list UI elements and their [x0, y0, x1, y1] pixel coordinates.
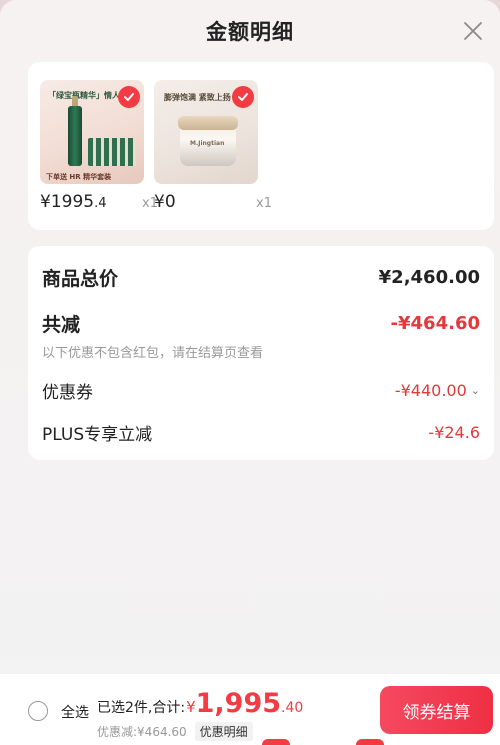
price-row: ¥1995.4 x1 — [40, 192, 158, 212]
plus-label: PLUS专享立减 — [42, 425, 153, 445]
total-amount-decimal: .40 — [281, 700, 304, 716]
product-thumbnail[interactable]: 膨弹饱满 紧致上扬 M.Jingtian — [154, 80, 258, 184]
nav-deco — [262, 739, 290, 745]
close-button[interactable] — [460, 18, 486, 44]
nav-deco — [356, 739, 384, 745]
close-icon — [464, 22, 482, 40]
product-price: ¥1995.4 — [40, 192, 107, 212]
reduce-row: 共减 -¥464.60 — [42, 310, 480, 337]
summary-card: 商品总价 ¥2,460.00 共减 -¥464.60 以下优惠不包含红包，请在结… — [28, 246, 494, 460]
total-summary: 已选2件,合计: ¥ 1,995 .40 — [97, 688, 303, 719]
reduce-label: 共减 — [42, 314, 81, 336]
product-qty: x1 — [256, 196, 272, 211]
chevron-down-icon: ⌄ — [470, 384, 480, 397]
selected-count-text: 已选2件,合计: — [97, 700, 186, 716]
coupon-value: -¥440.00 — [394, 381, 467, 400]
discount-line: 优惠减:¥464.60 优惠明细 — [97, 722, 253, 741]
selected-check[interactable] — [232, 86, 254, 108]
thumb-promo-text: 「绿宝瓶精华」情人节 — [48, 91, 128, 100]
discount-detail-button[interactable]: 优惠明细 — [194, 722, 253, 741]
discount-text: 优惠减:¥464.60 — [97, 725, 187, 739]
product-item[interactable]: 「绿宝瓶精华」情人节 下单送 HR 精华套装 ¥1995.4 x1 — [40, 80, 158, 212]
coupon-row[interactable]: 优惠券 -¥440.00 ⌄ — [42, 378, 480, 403]
total-label: 商品总价 — [42, 268, 119, 290]
check-icon — [124, 93, 134, 101]
select-all-label[interactable]: 全选 — [61, 702, 89, 722]
total-row: 商品总价 ¥2,460.00 — [42, 264, 480, 291]
plus-value: -¥24.6 — [428, 423, 480, 442]
product-item[interactable]: 膨弹饱满 紧致上扬 M.Jingtian ¥0 x1 — [154, 80, 272, 212]
reduce-note: 以下优惠不包含红包，请在结算页查看 — [42, 346, 264, 361]
product-thumbnail[interactable]: 「绿宝瓶精华」情人节 下单送 HR 精华套装 — [40, 80, 144, 184]
thumb-promo-text: 膨弹饱满 紧致上扬 — [164, 93, 231, 102]
plus-row: PLUS专享立减 -¥24.6 — [42, 420, 480, 445]
page-title: 金额明细 — [206, 20, 294, 44]
total-value: ¥2,460.00 — [378, 267, 480, 288]
checkout-bar: 全选 已选2件,合计: ¥ 1,995 .40 优惠减:¥464.60 优惠明细… — [0, 674, 500, 745]
coupon-label: 优惠券 — [42, 383, 93, 403]
product-price: ¥0 — [154, 192, 176, 212]
products-card: 「绿宝瓶精华」情人节 下单送 HR 精华套装 ¥1995.4 x1 膨弹饱满 紧… — [28, 62, 494, 230]
thumb-brand-text: M.Jingtian — [190, 140, 225, 147]
total-amount: 1,995 — [195, 688, 282, 719]
reduce-value: -¥464.60 — [390, 313, 480, 334]
amount-detail-sheet: 金额明细 「绿宝瓶精华」情人节 下单送 HR 精华套装 ¥1995.4 x1 膨… — [0, 0, 500, 745]
title-bar: 金额明细 — [0, 10, 500, 52]
bottle-image — [68, 106, 82, 166]
currency-symbol: ¥ — [186, 698, 196, 716]
selected-check[interactable] — [118, 86, 140, 108]
vials-image — [88, 138, 136, 166]
coupon-value-wrap[interactable]: -¥440.00 ⌄ — [395, 381, 480, 400]
check-icon — [238, 93, 248, 101]
price-row: ¥0 x1 — [154, 192, 272, 212]
radio-icon[interactable] — [28, 701, 48, 721]
thumb-footer-text: 下单送 HR 精华套装 — [46, 173, 112, 181]
checkout-button[interactable]: 领券结算 — [380, 686, 493, 734]
jar-lid-image — [178, 116, 238, 130]
